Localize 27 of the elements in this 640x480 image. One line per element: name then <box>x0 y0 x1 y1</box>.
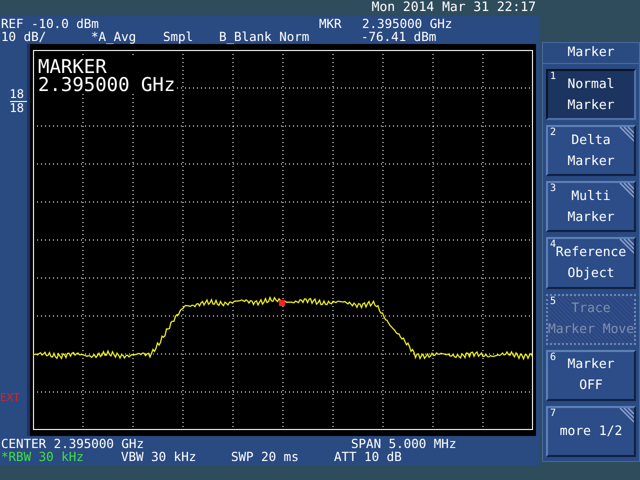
marker-level: -76.41 dBm <box>361 30 436 43</box>
reference-level: REF -10.0 dBm <box>1 17 100 30</box>
menu-title: Marker <box>543 43 639 64</box>
softkey[interactable]: 1 Normal Marker <box>546 69 636 120</box>
marker-frequency: 2.395000 GHz <box>362 17 452 30</box>
sweep-total: 18 <box>10 102 25 115</box>
trace-b-label: B_Blank Norm <box>219 30 310 43</box>
vbw-label: VBW 30 kHz <box>121 450 198 463</box>
softkey[interactable]: 2 Delta Marker <box>546 125 636 176</box>
ext-indicator: EXT <box>0 391 20 404</box>
sweep-count: 18 <box>10 88 27 102</box>
marker-label: MKR <box>319 17 343 30</box>
span-label: SPAN 5.000 MHz <box>351 437 456 450</box>
sweep-time: SWP 20 ms <box>231 450 300 463</box>
marker-title: MARKER <box>38 58 107 76</box>
marker-readout: 2.395000 GHz <box>38 76 176 94</box>
softkey[interactable]: 6 Marker OFF <box>546 350 636 401</box>
rbw-label: *RBW 30 kHz <box>1 450 85 463</box>
attenuation-label: ATT 10 dB <box>334 450 402 463</box>
trace-mode: *A_Avg <box>91 30 138 43</box>
softkey[interactable]: 3 Multi Marker <box>546 181 636 232</box>
center-frequency: CENTER 2.395000 GHz <box>1 437 145 450</box>
marker-icon <box>279 300 285 306</box>
detector-label: Smpl <box>163 30 194 43</box>
scale-label: 10 dB/ <box>1 30 48 43</box>
softkey[interactable]: 7 more 1/2 <box>546 406 636 457</box>
date-time: Mon 2014 Mar 31 22:17 <box>372 0 536 16</box>
